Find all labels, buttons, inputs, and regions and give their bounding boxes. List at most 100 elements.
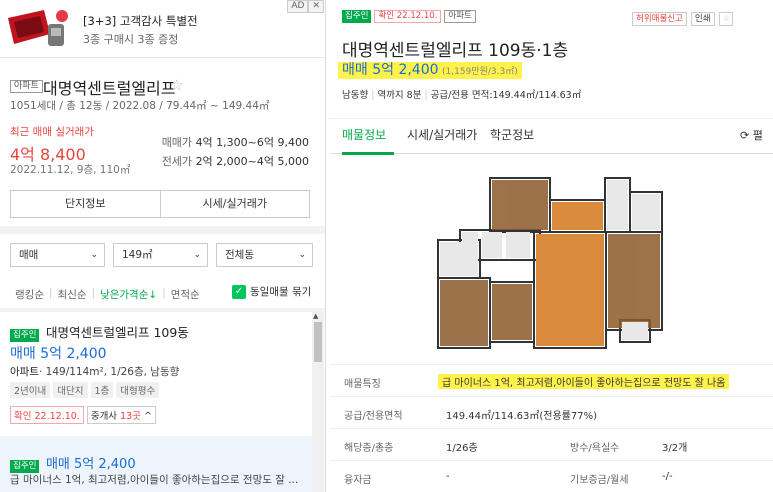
sale-price-label: 매매가	[161, 136, 193, 149]
ad-product-image	[4, 4, 74, 52]
area-select[interactable]: 149㎡ ⌄	[113, 243, 208, 267]
price-value: 매매 5억 2,400	[342, 62, 439, 78]
recent-trade-label: 최근 매매 실거래가	[10, 126, 94, 138]
floor-plan-image[interactable]	[430, 170, 670, 360]
report-button[interactable]: 허위매물신고	[632, 12, 687, 26]
divider	[0, 226, 325, 234]
owner-tag: 집주인	[342, 10, 372, 23]
divider	[0, 308, 325, 312]
listing-header: 집주인 매매 5억 2,400	[10, 453, 136, 473]
sort-newest[interactable]: 최신순	[53, 287, 92, 302]
same-listing-checkbox[interactable]: ✓ 동일매물 묶기	[232, 284, 311, 299]
deposit-label: 기보증금/월세	[570, 475, 629, 486]
ad-subtitle: 3종 구매시 3종 증정	[83, 33, 179, 46]
feature-chip: 대형평수	[116, 382, 160, 398]
direction: 남동향	[342, 90, 369, 101]
feature-chip: 2년이내	[10, 382, 51, 398]
detail-tags: 집주인 확인 22.12.10. 아파트	[342, 10, 476, 23]
sort-area[interactable]: 면적순	[166, 287, 205, 302]
ad-banner[interactable]: [3+3] 고객감사 특별전 3종 구매시 3종 증정 AD ✕	[0, 0, 325, 58]
complex-meta: 1051세대 / 총 12동 / 2022.08 / 79.44㎡ ~ 149.…	[10, 100, 270, 112]
feature-value: 급 마이너스 1억, 최고저렴,아이들이 좋아하는집으로 전망도 잘 나옴	[438, 374, 730, 389]
price-history-button[interactable]: 시세/실거래가	[159, 191, 310, 217]
sale-price-range: 매매가 4억 1,300~6억 9,400	[162, 134, 309, 150]
deposit-value: -/-	[662, 471, 673, 482]
listing-name: 대명역센트럴엘리프 109동	[45, 325, 189, 340]
refresh-icon[interactable]: ⟳ 펼	[740, 127, 763, 143]
active-tab-indicator	[342, 152, 394, 155]
ad-label: AD	[287, 0, 309, 13]
agents-label: 중개사	[90, 411, 121, 422]
ad-badge: AD ✕	[287, 0, 324, 13]
listing-panel: [3+3] 고객감사 특별전 3종 구매시 3종 증정 AD ✕ 아파트 대명역…	[0, 0, 326, 492]
sale-price-value: 4억 1,300~6억 9,400	[195, 136, 309, 149]
jeonse-price-range: 전세가 2억 2,000~4억 5,000	[162, 153, 309, 169]
confirmed-date-badge: 확인 22.12.10.	[10, 406, 84, 424]
listing-price: 매매 5억 2,400	[45, 457, 136, 472]
confirm-row: 확인 22.12.10. 중개사 13곳 ^	[10, 406, 156, 424]
area-summary: 공급/전용 면적:149.44㎡/114.63㎡	[430, 90, 582, 101]
favorite-star-icon[interactable]: ☆	[170, 76, 183, 94]
rooms-value: 3/2개	[662, 443, 688, 454]
dong-select[interactable]: 전체동 ⌄	[216, 243, 313, 267]
listing-info: 아파트· 149/114m², 1/26층, 남동향	[10, 364, 179, 379]
feature-chips: 2년이내 대단지 1층 대형평수	[10, 382, 160, 398]
jeonse-price-value: 2억 2,000~4억 5,000	[195, 155, 309, 168]
sort-ranking[interactable]: 랭킹순	[10, 287, 49, 302]
property-type-badge: 아파트	[444, 10, 476, 23]
recent-trade-date: 2022.11.12, 9층, 110㎡	[10, 164, 131, 176]
listing-price: 매매 5억 2,400	[10, 346, 107, 362]
same-listing-label: 동일매물 묶기	[250, 286, 312, 298]
listing-price: 매매 5억 2,400 (1,159만원/3.3㎡)	[338, 62, 522, 79]
tab-price-history[interactable]: 시세/실거래가	[407, 126, 477, 143]
sort-low-price[interactable]: 낮은가격순↓	[95, 287, 162, 302]
unit-price: (1,159만원/3.3㎡)	[442, 67, 518, 77]
dong-value: 전체동	[225, 249, 254, 261]
area-value: 149.44㎡/114.63㎡(전용률77%)	[446, 411, 597, 422]
filter-bar: 매매 ⌄ 149㎡ ⌄ 전체동 ⌄	[10, 243, 313, 267]
sort-bar: 랭킹순 | 최신순 | 낮은가격순↓ | 면적순	[10, 287, 205, 302]
chevron-down-icon: ⌄	[298, 250, 306, 260]
ad-close-icon[interactable]: ✕	[308, 0, 324, 13]
scroll-up-icon[interactable]: ▲	[313, 312, 318, 320]
ad-title: [3+3] 고객감사 특별전	[83, 14, 198, 28]
listing-title: 대명역센트럴엘리프 109동·1층	[342, 41, 569, 61]
detail-tools: 허위매물신고 인쇄 ☆	[632, 12, 733, 26]
print-button[interactable]: 인쇄	[690, 12, 715, 26]
detail-panel: 집주인 확인 22.12.10. 아파트 허위매물신고 인쇄 ☆ 대명역센트럴엘…	[330, 0, 773, 492]
tab-listing-info[interactable]: 매물정보	[342, 126, 386, 143]
complex-info-button[interactable]: 단지정보	[11, 191, 160, 217]
feature-chip: 1층	[90, 382, 114, 398]
favorite-star-icon[interactable]: ☆	[718, 12, 733, 26]
complex-name: 대명역센트럴엘리프	[43, 79, 176, 98]
loan-label: 융자금	[344, 475, 372, 486]
tab-school-info[interactable]: 학군정보	[490, 126, 534, 143]
feature-label: 매물특징	[344, 379, 381, 390]
detail-tabs: 매물정보 시세/실거래가 학군정보 ⟳ 펼	[330, 118, 773, 155]
table-row: 공급/전용면적 149.44㎡/114.63㎡(전용률77%)	[330, 396, 773, 428]
area-label: 공급/전용면적	[344, 411, 403, 422]
area-value: 149㎡	[122, 249, 153, 261]
table-row: 융자금 - 기보증금/월세 -/-	[330, 460, 773, 492]
chevron-down-icon: ⌄	[193, 250, 201, 260]
listing-spec: · 149/114m², 1/26층, 남동향	[38, 366, 180, 378]
floor-value: 1/26층	[446, 443, 478, 454]
trade-type-value: 매매	[19, 249, 39, 261]
listing-meta: 남동향 | 역까지 8분 | 공급/전용 면적:149.44㎡/114.63㎡	[342, 90, 582, 101]
owner-tag: 집주인	[10, 329, 40, 342]
jeonse-price-label: 전세가	[161, 155, 193, 168]
floor-label: 해당층/총층	[344, 443, 394, 454]
agents-toggle-button[interactable]: 중개사 13곳 ^	[86, 406, 156, 424]
listing-description: 급 마이너스 1억, 최고저렴,아이들이 좋아하는집으로 전망도 잘 ...	[10, 474, 299, 486]
loan-value: -	[446, 471, 450, 482]
trade-type-select[interactable]: 매매 ⌄	[10, 243, 105, 267]
table-row: 해당층/총층 1/26층 방수/욕실수 3/2개	[330, 428, 773, 460]
agents-count: 13곳	[120, 411, 141, 422]
station-distance: 역까지 8분	[377, 90, 422, 101]
list-item[interactable]: 집주인 대명역센트럴엘리프 109동 매매 5억 2,400 아파트· 149/…	[10, 322, 310, 424]
scrollbar-thumb[interactable]	[314, 322, 322, 362]
chevron-up-icon: ^	[140, 411, 152, 422]
complex-buttons: 단지정보 시세/실거래가	[10, 190, 310, 218]
list-item[interactable]: 집주인 매매 5억 2,400 급 마이너스 1억, 최고저렴,아이들이 좋아하…	[0, 436, 312, 492]
complex-type-badge: 아파트	[10, 80, 43, 93]
